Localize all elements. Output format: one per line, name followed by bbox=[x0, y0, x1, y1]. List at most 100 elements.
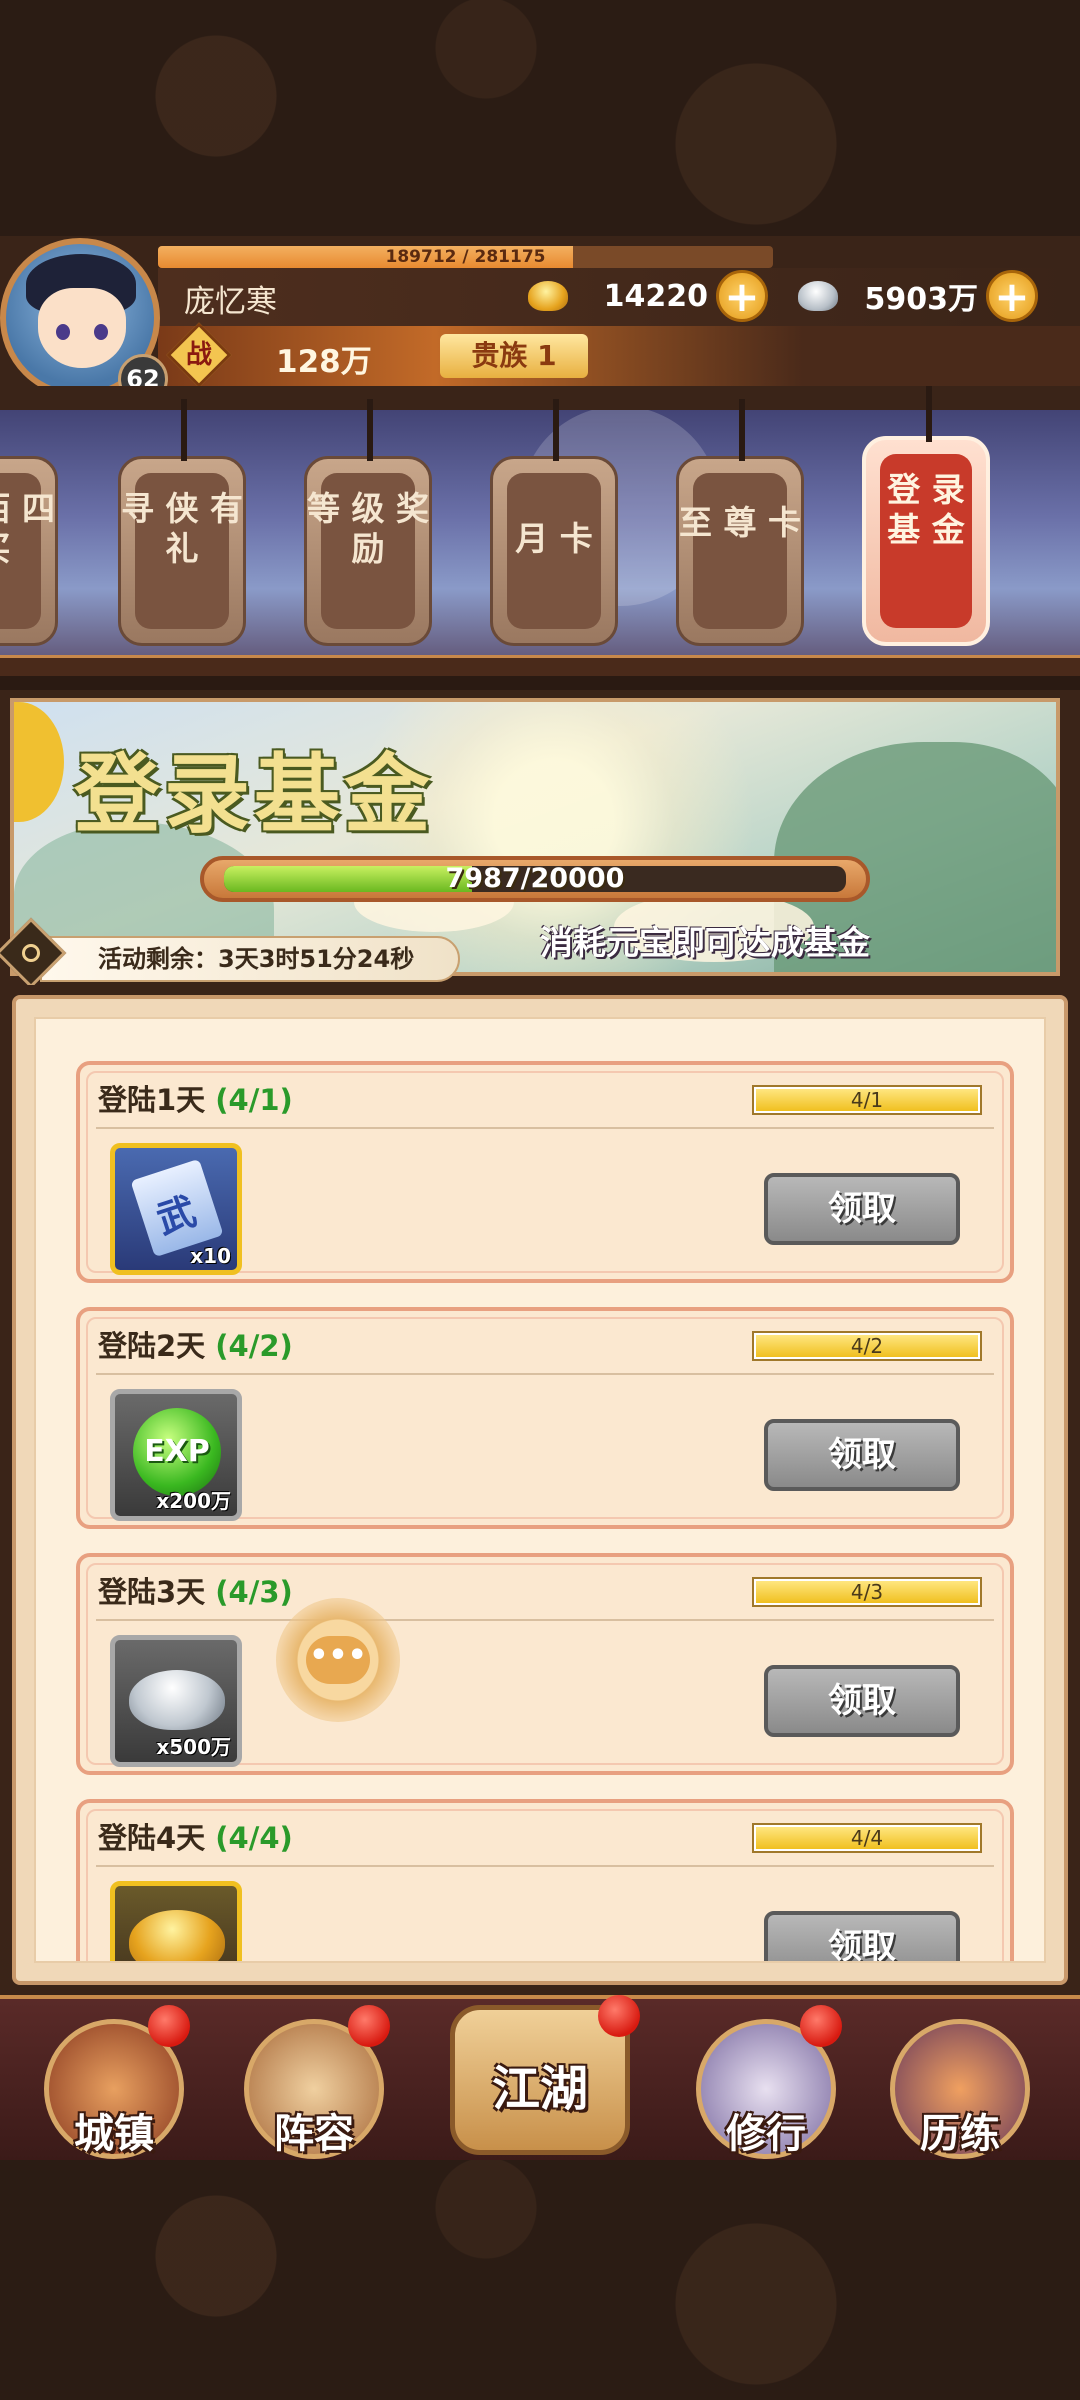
gold-currency: 14220 + bbox=[528, 270, 768, 322]
nav-cultivation[interactable]: 修行 bbox=[696, 2005, 842, 2159]
reward-item[interactable]: x500万 bbox=[110, 1635, 242, 1767]
task-title: 登陆2天 (4/2) bbox=[98, 1323, 293, 1365]
task-progress-bar: 4/3 bbox=[752, 1577, 982, 1607]
tab-strip-roof bbox=[0, 386, 1080, 410]
top-background bbox=[0, 0, 1080, 240]
tab-label: 寻 侠 有 礼 bbox=[121, 489, 243, 568]
reward-quantity: x500万 bbox=[156, 1735, 231, 1759]
tab-level-reward[interactable]: 等 级 奖 励 bbox=[304, 399, 432, 646]
login-fund-banner: 登录基金 bbox=[10, 698, 1060, 976]
bottom-nav: 城镇 阵容 江湖 修行 历练 bbox=[0, 1995, 1080, 2164]
reward-item[interactable] bbox=[110, 1881, 242, 1961]
reward-item[interactable]: x10 bbox=[110, 1143, 242, 1275]
tab-supreme-card[interactable]: 至 尊 卡 bbox=[676, 399, 804, 646]
notification-dot bbox=[800, 2005, 842, 2047]
player-info-row: 庞忆寒 14220 + 5903万 + bbox=[158, 268, 1080, 326]
skill-scroll-icon bbox=[130, 1158, 224, 1258]
tab-find-hero-gift[interactable]: 寻 侠 有 礼 bbox=[118, 399, 246, 646]
add-silver-button[interactable]: + bbox=[986, 270, 1038, 322]
tab-monthly-card[interactable]: 月 卡 bbox=[490, 399, 618, 646]
tab-label: 等 级 奖 励 bbox=[307, 489, 429, 568]
task-title: 登陆3天 (4/3) bbox=[98, 1569, 293, 1611]
claim-button[interactable]: 领取 bbox=[764, 1911, 960, 1961]
task-count: (4/2) bbox=[215, 1329, 293, 1363]
notification-dot bbox=[598, 1995, 640, 2037]
gold-ingot-icon bbox=[129, 1910, 225, 1961]
task-name: 登陆3天 bbox=[98, 1575, 206, 1609]
task-list[interactable]: 登陆1天 (4/1) 4/1 x10 领取 登陆2天 (4/2) 4 bbox=[34, 1017, 1046, 1963]
avatar-face bbox=[38, 288, 126, 368]
claim-button[interactable]: 领取 bbox=[764, 1173, 960, 1245]
task-name: 登陆4天 bbox=[98, 1821, 206, 1855]
tab-string bbox=[926, 386, 932, 442]
power-row: 战 128万 贵族 1 bbox=[158, 322, 1080, 388]
reward-quantity: x10 bbox=[190, 1244, 231, 1268]
tab-inner bbox=[693, 473, 787, 629]
chat-icon: ••• bbox=[306, 1636, 370, 1684]
task-progress-bar: 4/1 bbox=[752, 1085, 982, 1115]
bottom-background bbox=[0, 2160, 1080, 2400]
add-gold-button[interactable]: + bbox=[716, 270, 768, 322]
silver-ingot-icon bbox=[129, 1670, 225, 1730]
nav-lineup[interactable]: 阵容 bbox=[244, 2005, 390, 2159]
task-divider bbox=[96, 1865, 994, 1867]
task-title: 登陆4天 (4/4) bbox=[98, 1815, 293, 1857]
avatar-eye-right bbox=[94, 324, 108, 340]
exp-bar: 189712 / 281175 bbox=[158, 246, 773, 268]
tab-login-fund[interactable]: 登 录 基 金 bbox=[862, 386, 990, 646]
task-row: 登陆4天 (4/4) 4/4 领取 bbox=[76, 1799, 1014, 1961]
reward-quantity: x200万 bbox=[156, 1489, 231, 1513]
tab-string bbox=[181, 399, 187, 461]
banner-edge-badge bbox=[14, 702, 64, 822]
tab-strip-floor bbox=[0, 655, 1080, 676]
exp-orb-icon: EXP bbox=[133, 1408, 221, 1496]
task-row: 登陆3天 (4/3) 4/3 x500万 领取 bbox=[76, 1553, 1014, 1775]
clock-face-icon bbox=[22, 944, 40, 962]
task-name: 登陆2天 bbox=[98, 1329, 206, 1363]
claim-button[interactable]: 领取 bbox=[764, 1419, 960, 1491]
reward-item[interactable]: EXP x200万 bbox=[110, 1389, 242, 1521]
activity-timer-text: 活动剩余：3天3时51分24秒 bbox=[98, 945, 415, 973]
avatar-eye-left bbox=[56, 324, 70, 340]
nav-town[interactable]: 城镇 bbox=[44, 2005, 190, 2159]
activity-timer: 活动剩余：3天3时51分24秒 bbox=[40, 936, 460, 982]
task-count: (4/3) bbox=[215, 1575, 293, 1609]
tab-label: 狠 西 四 买 bbox=[0, 489, 55, 568]
nav-jianghu[interactable]: 江湖 bbox=[450, 1995, 640, 2159]
task-divider bbox=[96, 1373, 994, 1375]
task-count: (4/4) bbox=[215, 1821, 293, 1855]
nav-label: 阵容 bbox=[274, 2110, 354, 2157]
task-progress-bar: 4/4 bbox=[752, 1823, 982, 1853]
nav-label: 江湖 bbox=[491, 2061, 588, 2117]
task-progress-text: 4/3 bbox=[850, 1580, 884, 1604]
gold-amount: 14220 bbox=[603, 278, 708, 314]
task-title: 登陆1天 (4/1) bbox=[98, 1077, 293, 1119]
activity-tab-strip: 狠 西 四 买 寻 侠 有 礼 等 级 奖 励 月 卡 至 尊 卡 登 录 基 … bbox=[0, 386, 1080, 676]
task-progress-text: 4/2 bbox=[850, 1334, 884, 1358]
tab-string bbox=[367, 399, 373, 461]
battle-power-label: 战 bbox=[185, 340, 212, 370]
noble-rank-button[interactable]: 贵族 1 bbox=[440, 334, 588, 378]
silver-currency: 5903万 + bbox=[798, 270, 1038, 322]
tab-limited-purchase[interactable]: 狠 西 四 买 bbox=[0, 456, 58, 646]
tab-label: 至 尊 卡 bbox=[679, 503, 801, 542]
fund-progress-bar: 7987/20000 bbox=[200, 856, 870, 902]
task-progress-text: 4/4 bbox=[850, 1826, 884, 1850]
task-count: (4/1) bbox=[215, 1083, 293, 1117]
notification-dot bbox=[348, 2005, 390, 2047]
exp-text: 189712 / 281175 bbox=[385, 247, 546, 267]
task-divider bbox=[96, 1127, 994, 1129]
claim-button[interactable]: 领取 bbox=[764, 1665, 960, 1737]
task-panel-frame: 登陆1天 (4/1) 4/1 x10 领取 登陆2天 (4/2) 4 bbox=[12, 995, 1068, 1985]
tab-label: 月 卡 bbox=[515, 519, 593, 558]
nav-trial[interactable]: 历练 bbox=[890, 2019, 1030, 2159]
player-name: 庞忆寒 bbox=[184, 284, 277, 320]
tab-label: 登 录 基 金 bbox=[887, 470, 965, 549]
task-row: 登陆1天 (4/1) 4/1 x10 领取 bbox=[76, 1061, 1014, 1283]
chat-button[interactable]: ••• bbox=[276, 1598, 400, 1722]
tab-string bbox=[739, 399, 745, 461]
tab-string bbox=[553, 399, 559, 461]
task-divider bbox=[96, 1619, 994, 1621]
nav-label: 历练 bbox=[920, 2110, 1000, 2157]
battle-power-value: 128万 bbox=[276, 344, 372, 380]
